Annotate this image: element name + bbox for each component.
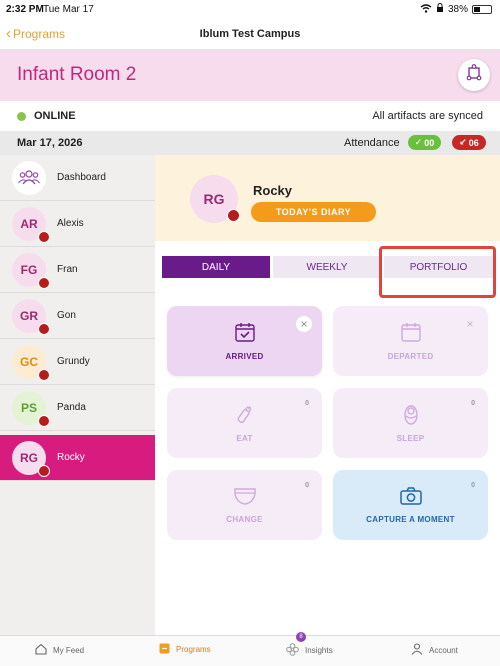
tile-label: CAPTURE A MOMENT — [366, 515, 455, 524]
clock-icon — [38, 277, 50, 289]
close-icon[interactable]: × — [462, 316, 478, 332]
current-date[interactable]: Mar 17, 2026 — [17, 137, 82, 149]
tab-account[interactable]: Account — [411, 643, 458, 657]
date-bar: Mar 17, 2026 Attendance ✓ 00 ↙ 06 — [0, 131, 500, 155]
clock-icon — [38, 323, 50, 335]
clock-icon — [38, 415, 50, 427]
tab-daily[interactable]: DAILY — [162, 256, 270, 278]
network-icon — [465, 63, 483, 87]
change-tile[interactable]: 0 CHANGE — [167, 470, 322, 540]
programs-icon — [159, 643, 170, 656]
tab-label: Insights — [305, 646, 333, 655]
portfolio-highlight-annotation — [379, 246, 496, 298]
online-status: ONLINE — [34, 110, 76, 122]
diaper-icon — [233, 486, 257, 511]
tile-label: EAT — [236, 434, 253, 443]
sidebar-item-fran[interactable]: FG Fran — [0, 247, 155, 293]
profile-card: RG Rocky TODAY'S DIARY — [155, 155, 500, 241]
clock-icon — [38, 369, 50, 381]
tab-label: Programs — [176, 645, 211, 654]
children-sidebar: Dashboard AR Alexis FG Fran GR Gon GC Gr… — [0, 155, 155, 635]
tile-label: SLEEP — [396, 434, 425, 443]
sidebar-item-label: Grundy — [57, 356, 90, 367]
camera-icon — [399, 486, 423, 511]
close-icon[interactable]: × — [296, 316, 312, 332]
battery-percent: 38% — [447, 4, 468, 15]
sidebar-item-grundy[interactable]: GC Grundy — [0, 339, 155, 385]
person-icon — [411, 643, 423, 657]
sidebar-item-label: Rocky — [57, 452, 85, 463]
lock-rotation-icon — [436, 3, 444, 16]
battery-icon — [472, 5, 492, 14]
insights-badge: 8 — [296, 632, 306, 642]
tab-my-feed[interactable]: My Feed — [35, 643, 84, 657]
status-right: 38% — [420, 3, 492, 16]
sidebar-item-gon[interactable]: GR Gon — [0, 293, 155, 339]
attendance-present-badge[interactable]: ✓ 00 — [408, 135, 441, 150]
sidebar-item-alexis[interactable]: AR Alexis — [0, 201, 155, 247]
home-icon — [35, 643, 47, 657]
profile-name: Rocky — [253, 183, 293, 198]
wifi-icon — [420, 3, 432, 16]
sleep-tile[interactable]: 0 SLEEP — [333, 388, 488, 458]
clock-icon — [38, 231, 50, 243]
nav-title: Iblum Test Campus — [199, 28, 301, 40]
navigation-bar: ‹ Programs Iblum Test Campus — [0, 20, 500, 50]
absent-count: 06 — [468, 137, 479, 148]
sidebar-item-panda[interactable]: PS Panda — [0, 385, 155, 431]
status-time: 2:32 PM — [6, 4, 44, 15]
tile-count: 0 — [471, 400, 475, 407]
sidebar-item-label: Dashboard — [57, 172, 106, 183]
tile-count: 0 — [305, 400, 309, 407]
present-count: 00 — [424, 137, 435, 148]
check-icon: ✓ — [414, 137, 423, 147]
swaddled-baby-icon — [400, 403, 422, 430]
tab-label: My Feed — [53, 645, 85, 655]
todays-diary-button[interactable]: TODAY'S DIARY — [251, 202, 376, 222]
attendance-label: Attendance — [344, 137, 400, 149]
sidebar-item-label: Fran — [57, 264, 78, 275]
flower-icon — [286, 643, 299, 658]
group-icon — [18, 169, 40, 188]
sync-message: All artifacts are synced — [372, 110, 483, 122]
bottom-tab-bar: My Feed Programs Insights 8 Account — [0, 632, 500, 666]
tab-label: Account — [429, 645, 458, 655]
child-detail-panel: RG Rocky TODAY'S DIARY DAILY WEEKLY PORT… — [155, 155, 500, 635]
dashboard-avatar — [12, 161, 46, 195]
sidebar-item-dashboard[interactable]: Dashboard — [0, 155, 155, 201]
capture-moment-tile[interactable]: 0 CAPTURE A MOMENT — [333, 470, 488, 540]
room-menu-button[interactable] — [458, 59, 490, 91]
tile-count: 0 — [305, 482, 309, 489]
room-title: Infant Room 2 — [17, 64, 137, 85]
arrived-tile[interactable]: × ARRIVED — [167, 306, 322, 376]
sidebar-item-rocky[interactable]: RG Rocky — [0, 435, 155, 481]
sidebar-item-label: Gon — [57, 310, 76, 321]
tile-count: 0 — [471, 482, 475, 489]
tile-label: DEPARTED — [387, 352, 434, 361]
clock-icon — [227, 209, 240, 222]
tile-label: ARRIVED — [225, 352, 264, 361]
room-header: Infant Room 2 — [0, 50, 500, 101]
exit-icon: ↙ — [459, 137, 467, 147]
online-indicator — [17, 112, 26, 121]
tab-insights[interactable]: Insights — [286, 643, 333, 658]
sidebar-item-label: Alexis — [57, 218, 84, 229]
attendance-absent-badge[interactable]: ↙ 06 — [452, 135, 486, 150]
bottle-icon — [234, 403, 256, 430]
tab-weekly[interactable]: WEEKLY — [273, 256, 381, 278]
calendar-check-icon — [234, 321, 256, 348]
status-date: Tue Mar 17 — [43, 4, 94, 15]
tile-label: CHANGE — [226, 515, 263, 524]
tab-programs[interactable]: Programs — [159, 643, 211, 656]
status-bar: 2:32 PM Tue Mar 17 38% — [0, 0, 500, 20]
calendar-icon — [400, 321, 422, 348]
eat-tile[interactable]: 0 EAT — [167, 388, 322, 458]
sidebar-item-label: Panda — [57, 402, 86, 413]
clock-icon — [38, 465, 50, 477]
sync-bar: ONLINE All artifacts are synced — [0, 101, 500, 131]
departed-tile[interactable]: × DEPARTED — [333, 306, 488, 376]
